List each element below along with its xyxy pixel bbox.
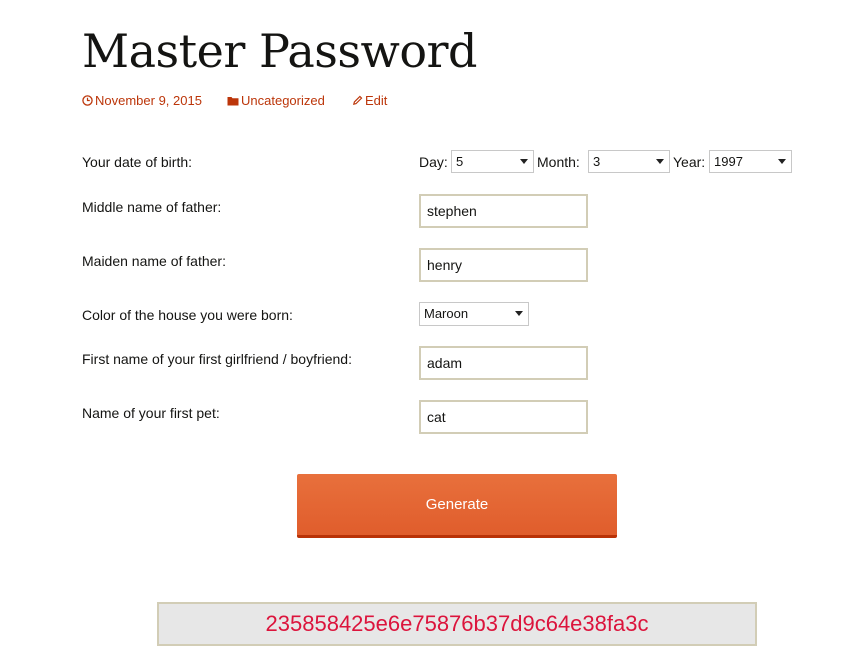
chevron-down-icon <box>656 159 664 164</box>
father-maiden-name-label: Maiden name of father: <box>82 253 226 269</box>
year-select-value: 1997 <box>714 154 743 169</box>
first-pet-value: cat <box>427 409 446 425</box>
father-maiden-name-input[interactable]: henry <box>419 248 588 282</box>
day-select-value: 5 <box>456 154 464 169</box>
chevron-down-icon <box>515 311 523 316</box>
month-select-value: 3 <box>593 154 601 169</box>
chevron-down-icon <box>520 159 528 164</box>
house-color-label: Color of the house you were born: <box>82 307 293 323</box>
day-label: Day: <box>419 154 448 170</box>
post-date[interactable]: November 9, 2015 <box>95 93 202 108</box>
month-select[interactable]: 3 <box>588 150 670 173</box>
house-color-select[interactable]: Maroon <box>419 302 529 326</box>
first-pet-label: Name of your first pet: <box>82 405 220 421</box>
first-partner-label: First name of your first girlfriend / bo… <box>82 351 352 367</box>
generate-button[interactable]: Generate <box>297 474 617 538</box>
page: Master Password November 9, 2015 Uncateg… <box>0 0 865 663</box>
post-category-link[interactable]: Uncategorized <box>227 92 325 110</box>
page-title: Master Password <box>82 24 477 78</box>
year-select[interactable]: 1997 <box>709 150 792 173</box>
dob-label: Your date of birth: <box>82 154 193 170</box>
post-edit-link[interactable]: Edit <box>352 92 387 110</box>
day-select[interactable]: 5 <box>451 150 534 173</box>
post-edit[interactable]: Edit <box>365 93 387 108</box>
first-partner-value: adam <box>427 355 463 371</box>
first-pet-input[interactable]: cat <box>419 400 588 434</box>
chevron-down-icon <box>778 159 786 164</box>
father-middle-name-label: Middle name of father: <box>82 199 222 215</box>
first-partner-input[interactable]: adam <box>419 346 588 380</box>
father-middle-name-value: stephen <box>427 203 477 219</box>
father-middle-name-input[interactable]: stephen <box>419 194 588 228</box>
month-label: Month: <box>537 154 580 170</box>
year-label: Year: <box>673 154 706 170</box>
post-date-link[interactable]: November 9, 2015 <box>82 92 202 110</box>
pencil-icon <box>352 92 363 110</box>
post-category[interactable]: Uncategorized <box>241 93 325 108</box>
folder-icon <box>227 92 239 110</box>
house-color-value: Maroon <box>424 306 469 321</box>
clock-icon <box>82 92 93 110</box>
generated-password-output[interactable]: 235858425e6e75876b37d9c64e38fa3c <box>157 602 757 646</box>
father-maiden-name-value: henry <box>427 257 463 273</box>
